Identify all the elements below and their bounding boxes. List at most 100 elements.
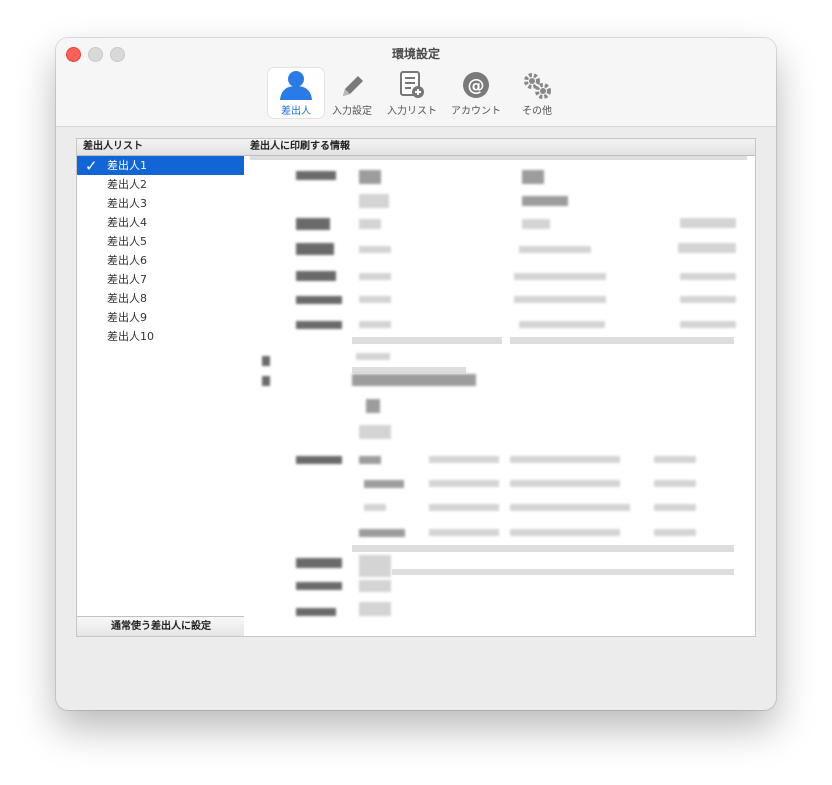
svg-text:@: @ bbox=[468, 76, 485, 96]
sender-list-item-label: 差出人7 bbox=[107, 273, 147, 286]
sender-list-header: 差出人リスト bbox=[77, 139, 245, 156]
sender-list-item-label: 差出人8 bbox=[107, 292, 147, 305]
tab-account-label: アカウント bbox=[451, 106, 501, 117]
sender-list-item[interactable]: 差出人4 bbox=[77, 213, 245, 232]
redacted-bar bbox=[392, 569, 734, 575]
redacted-label bbox=[296, 456, 342, 464]
redacted-field bbox=[429, 480, 499, 487]
redacted-field bbox=[514, 296, 606, 303]
redacted-field bbox=[359, 425, 391, 439]
redacted-field bbox=[519, 321, 605, 328]
tab-account[interactable]: @ アカウント bbox=[446, 68, 506, 118]
at-sign-icon: @ bbox=[446, 68, 506, 100]
sender-list-item[interactable]: 差出人8 bbox=[77, 289, 245, 308]
redacted-field bbox=[510, 529, 620, 536]
redacted-field bbox=[510, 456, 620, 463]
sender-list-item[interactable]: 差出人5 bbox=[77, 232, 245, 251]
redacted-bar bbox=[352, 367, 466, 373]
redacted-field bbox=[522, 196, 568, 206]
redacted-field bbox=[359, 321, 391, 328]
redacted-label bbox=[296, 296, 342, 304]
titlebar: 環境設定 差出人 入力設定 入力リスト @ アカウント その他 bbox=[56, 38, 776, 127]
sender-list-item[interactable]: 差出人7 bbox=[77, 270, 245, 289]
preferences-window: 環境設定 差出人 入力設定 入力リスト @ アカウント その他 差出人リスト ✓… bbox=[56, 38, 776, 710]
redacted-field bbox=[359, 602, 391, 616]
sender-list-item[interactable]: 差出人10 bbox=[77, 327, 245, 346]
redacted-field bbox=[359, 529, 405, 537]
sender-list-item-label: 差出人9 bbox=[107, 311, 147, 324]
redacted-label bbox=[262, 356, 270, 366]
redacted-field bbox=[359, 273, 391, 280]
redacted-field bbox=[366, 399, 380, 413]
sender-list-item-label: 差出人4 bbox=[107, 216, 147, 229]
redacted-field bbox=[522, 219, 550, 229]
redacted-field bbox=[510, 504, 630, 511]
sender-list-item[interactable]: ✓ 差出人1 bbox=[77, 156, 245, 175]
redacted-label bbox=[296, 321, 342, 329]
redacted-bar bbox=[510, 337, 734, 344]
sender-list-panel: 差出人リスト ✓ 差出人1 差出人2 差出人3 差出人4 差出人5 差出人6 差… bbox=[76, 138, 246, 637]
sender-info-panel: 差出人に印刷する情報 bbox=[244, 138, 756, 637]
redacted-label bbox=[296, 171, 336, 180]
redacted-field bbox=[654, 529, 696, 536]
list-add-icon bbox=[382, 68, 442, 100]
sender-list-item-label: 差出人6 bbox=[107, 254, 147, 267]
redacted-field bbox=[359, 555, 391, 577]
redacted-field bbox=[359, 580, 391, 592]
redacted-label bbox=[296, 608, 336, 616]
redacted-bar bbox=[352, 545, 734, 552]
redacted-bar bbox=[352, 337, 502, 344]
redacted-field bbox=[522, 170, 544, 184]
pencil-icon bbox=[326, 68, 378, 100]
tab-input-settings[interactable]: 入力設定 bbox=[326, 68, 378, 118]
person-icon bbox=[268, 68, 324, 100]
tab-sender-label: 差出人 bbox=[281, 106, 311, 117]
redacted-field bbox=[429, 456, 499, 463]
redacted-field bbox=[364, 504, 386, 511]
redacted-field bbox=[364, 480, 404, 488]
tab-input-list[interactable]: 入力リスト bbox=[382, 68, 442, 118]
redacted-field bbox=[356, 353, 390, 360]
redacted-field bbox=[680, 273, 736, 280]
gears-icon bbox=[512, 68, 562, 100]
redacted-field bbox=[654, 456, 696, 463]
redacted-field bbox=[359, 246, 391, 253]
tab-input-list-label: 入力リスト bbox=[387, 106, 437, 117]
redacted-field bbox=[359, 194, 389, 208]
sender-list-item-label: 差出人3 bbox=[107, 197, 147, 210]
redacted-field bbox=[359, 219, 381, 229]
sender-list-item[interactable]: 差出人6 bbox=[77, 251, 245, 270]
tab-other[interactable]: その他 bbox=[512, 68, 562, 118]
redacted-field bbox=[352, 374, 476, 386]
tab-other-label: その他 bbox=[522, 106, 552, 117]
sender-info-header: 差出人に印刷する情報 bbox=[244, 139, 755, 156]
redacted-field bbox=[680, 321, 736, 328]
redacted-field bbox=[680, 218, 736, 228]
redacted-label bbox=[296, 243, 334, 255]
redacted-field bbox=[654, 480, 696, 487]
redacted-field bbox=[514, 273, 606, 280]
redacted-field bbox=[429, 504, 499, 511]
redacted-field bbox=[429, 529, 499, 536]
redacted-field bbox=[678, 243, 736, 253]
sender-list-item-label: 差出人2 bbox=[107, 178, 147, 191]
redacted-label bbox=[296, 271, 336, 281]
sender-list-item-label: 差出人1 bbox=[107, 159, 147, 172]
redacted-label bbox=[296, 558, 342, 568]
sender-list-item-label: 差出人10 bbox=[107, 330, 154, 343]
redacted-field bbox=[359, 296, 391, 303]
redacted-bar bbox=[250, 156, 747, 160]
set-default-sender-button[interactable]: 通常使う差出人に設定 bbox=[77, 616, 245, 636]
tab-sender[interactable]: 差出人 bbox=[268, 68, 324, 118]
redacted-label bbox=[262, 376, 270, 386]
redacted-field bbox=[359, 456, 381, 464]
sender-list-item[interactable]: 差出人2 bbox=[77, 175, 245, 194]
redacted-field bbox=[519, 246, 591, 253]
preferences-content: 差出人リスト ✓ 差出人1 差出人2 差出人3 差出人4 差出人5 差出人6 差… bbox=[76, 138, 756, 637]
sender-list: ✓ 差出人1 差出人2 差出人3 差出人4 差出人5 差出人6 差出人7 差出人… bbox=[77, 156, 245, 346]
redacted-label bbox=[296, 582, 342, 590]
window-title: 環境設定 bbox=[391, 47, 440, 61]
sender-list-item[interactable]: 差出人9 bbox=[77, 308, 245, 327]
sender-list-item[interactable]: 差出人3 bbox=[77, 194, 245, 213]
redacted-field bbox=[654, 504, 696, 511]
